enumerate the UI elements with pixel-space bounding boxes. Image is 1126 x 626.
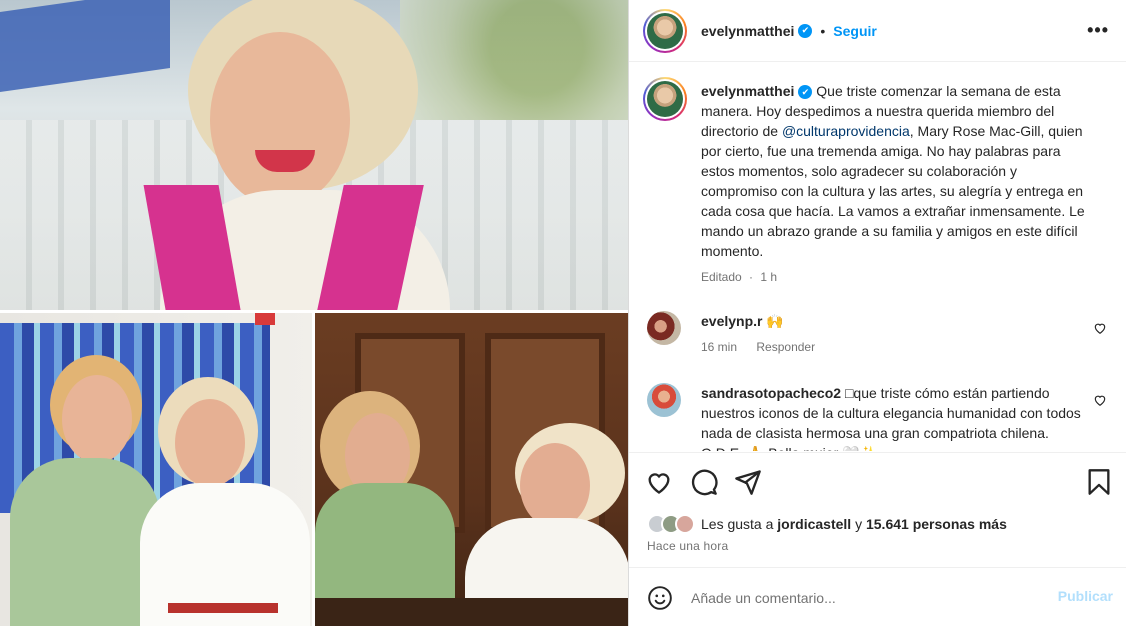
comment-like-icon[interactable]	[1093, 393, 1107, 407]
likes-prefix: Les gusta a	[701, 516, 774, 532]
woman-left-dress	[10, 458, 160, 626]
woman-left-face	[62, 375, 132, 463]
post-panel: evelynmatthei ✔ • Seguir ••• evelynmatth…	[628, 0, 1126, 626]
comment-username[interactable]: evelynp.r	[701, 313, 762, 329]
share-icon[interactable]	[734, 468, 762, 496]
caption-text-2: , Mary Rose Mac-Gill, quien por cierto, …	[701, 123, 1085, 259]
face	[210, 32, 350, 207]
likes-user[interactable]: jordicastell	[777, 516, 851, 532]
author-avatar-image	[647, 12, 683, 49]
verified-icon: ✔	[798, 85, 813, 100]
woman-right-face	[175, 399, 245, 487]
comment-input[interactable]	[691, 586, 1031, 610]
red-mark	[255, 313, 275, 325]
action-bar: Les gusta a jordicastell y 15.641 person…	[629, 452, 1126, 566]
red-belt	[168, 603, 278, 613]
verified-icon: ✔	[798, 23, 813, 38]
likes-count[interactable]: 15.641 personas más	[866, 516, 1007, 532]
publish-button[interactable]: Publicar	[1058, 588, 1113, 604]
comment-item: sandrasotopacheco2 □que triste cómo está…	[643, 383, 1113, 451]
comments-list[interactable]: evelynmatthei ✔ Que triste comenzar la se…	[629, 63, 1126, 451]
liker-avatar[interactable]	[675, 514, 695, 534]
trees-background	[400, 0, 628, 120]
bookmark-icon[interactable]	[1085, 468, 1113, 496]
likes-conj: y	[855, 516, 863, 532]
edited-label: Editado	[701, 270, 742, 284]
comment-body: sandrasotopacheco2 □que triste cómo está…	[701, 383, 1085, 451]
post-media[interactable]	[0, 0, 628, 626]
bleacher-blue	[0, 0, 170, 92]
likes-text: Les gusta a jordicastell y 15.641 person…	[701, 516, 1007, 532]
comment-avatar[interactable]	[647, 383, 681, 417]
comment-username[interactable]: sandrasotopacheco2	[701, 385, 841, 401]
caption-avatar[interactable]	[643, 77, 687, 121]
caption-username[interactable]: evelynmatthei	[701, 83, 794, 99]
photo-two-women-table	[315, 313, 628, 626]
comment-icon[interactable]	[690, 468, 718, 496]
caption: evelynmatthei ✔ Que triste comenzar la se…	[643, 77, 1113, 284]
header-separator: •	[820, 22, 826, 39]
post-header: evelynmatthei ✔ • Seguir •••	[629, 0, 1126, 62]
meta-dot: ·	[749, 270, 754, 284]
comment-composer: Publicar	[629, 567, 1126, 626]
caption-avatar-image	[647, 81, 683, 117]
woman-right-face	[520, 443, 590, 528]
caption-body: evelynmatthei ✔ Que triste comenzar la se…	[701, 81, 1085, 287]
likes-summary: Les gusta a jordicastell y 15.641 person…	[647, 514, 1007, 534]
photo-portrait	[0, 0, 628, 310]
comment-like-icon[interactable]	[1093, 321, 1107, 335]
more-icon[interactable]: •••	[1087, 20, 1109, 41]
reply-button[interactable]: Responder	[756, 340, 815, 354]
caption-meta: Editado · 1 h	[701, 267, 1085, 287]
comment-body: evelynp.r 🙌 16 min Responder	[701, 311, 1085, 357]
table	[315, 598, 628, 626]
comment-meta: 16 min Responder	[701, 337, 1085, 357]
caption-age[interactable]: 1 h	[760, 270, 777, 284]
author-username[interactable]: evelynmatthei	[701, 23, 794, 39]
emoji-icon[interactable]	[647, 585, 673, 611]
caption-mention[interactable]: @culturaprovidencia	[782, 123, 910, 139]
photo-two-women-artwork	[0, 313, 312, 626]
comment-item: evelynp.r 🙌 16 min Responder	[643, 311, 1113, 371]
comment-age[interactable]: 16 min	[701, 340, 737, 354]
follow-button[interactable]: Seguir	[833, 23, 877, 39]
comment-avatar[interactable]	[647, 311, 681, 345]
post-timestamp[interactable]: Hace una hora	[647, 539, 728, 553]
comment-text: 🙌	[766, 313, 784, 329]
author-avatar[interactable]	[643, 8, 687, 53]
heart-icon[interactable]	[645, 468, 673, 496]
